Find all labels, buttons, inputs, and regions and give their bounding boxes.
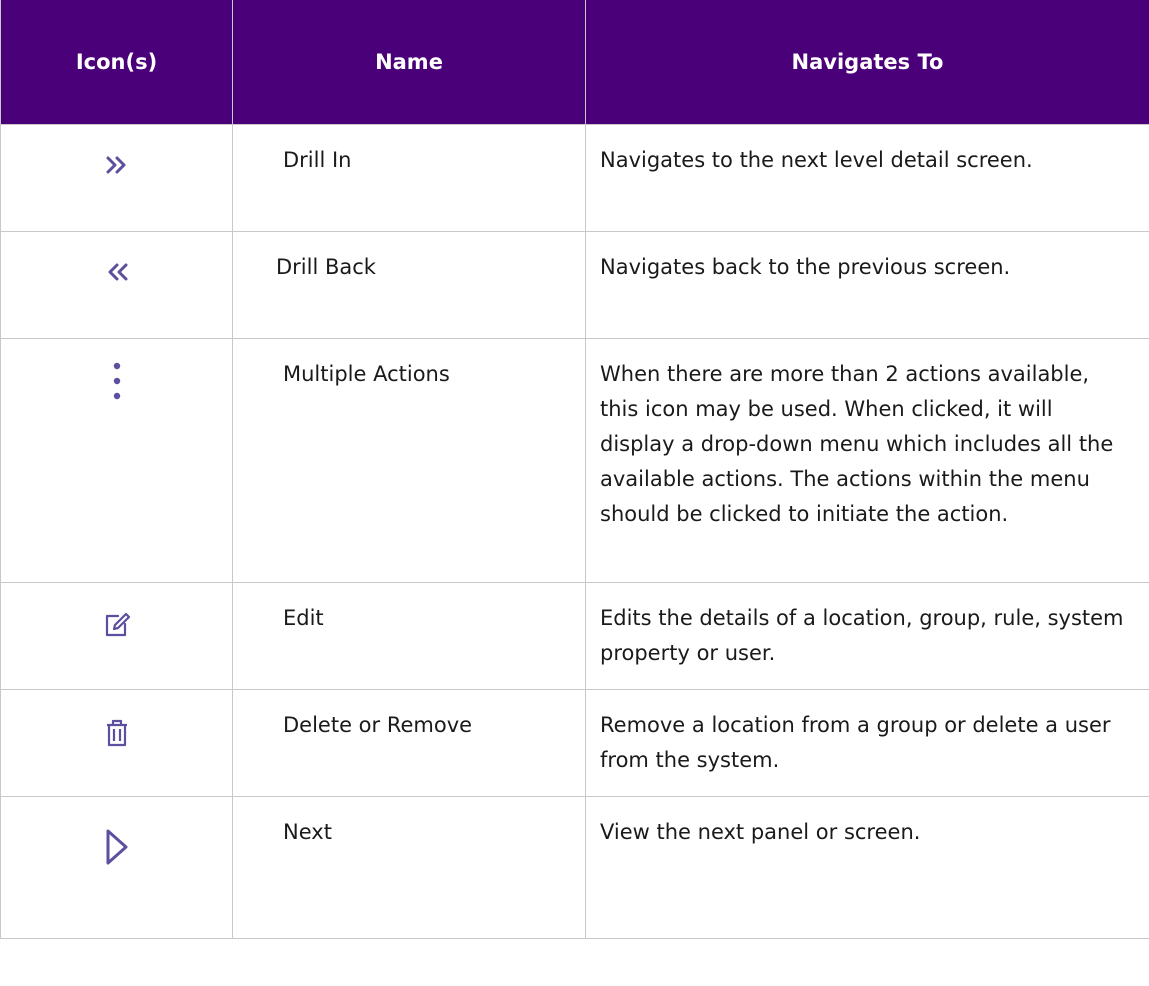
row-name: Multiple Actions — [283, 362, 450, 386]
row-name: Drill Back — [276, 255, 376, 279]
play-outline-icon — [104, 827, 130, 867]
row-description: Remove a location from a group or delete… — [600, 713, 1111, 772]
table-row: Next View the next panel or screen. — [0, 796, 1149, 939]
row-description: When there are more than 2 actions avail… — [600, 362, 1114, 526]
row-description: View the next panel or screen. — [600, 820, 921, 844]
double-chevron-right-icon — [102, 153, 132, 177]
row-name: Drill In — [283, 148, 352, 172]
icons-table: Icon(s) Name Navigates To Drill In Navig… — [0, 0, 1149, 939]
row-name: Edit — [283, 606, 324, 630]
header-name: Name — [232, 0, 586, 125]
table-row: Delete or Remove Remove a location from … — [0, 689, 1149, 797]
table-row: Drill Back Navigates back to the previou… — [0, 231, 1149, 339]
trash-icon — [104, 718, 130, 748]
table-row: Multiple Actions When there are more tha… — [0, 338, 1149, 583]
row-description: Navigates to the next level detail scree… — [600, 148, 1033, 172]
row-name: Delete or Remove — [283, 713, 473, 737]
row-description: Edits the details of a location, group, … — [600, 606, 1124, 665]
double-chevron-left-icon — [102, 260, 132, 284]
header-icons: Icon(s) — [0, 0, 233, 125]
edit-icon — [102, 611, 132, 639]
vertical-ellipsis-icon — [111, 361, 123, 401]
row-name: Next — [283, 820, 332, 844]
header-navigates-to: Navigates To — [585, 0, 1149, 125]
table-row: Drill In Navigates to the next level det… — [0, 124, 1149, 232]
table-row: Edit Edits the details of a location, gr… — [0, 582, 1149, 690]
row-description: Navigates back to the previous screen. — [600, 255, 1011, 279]
header-row: Icon(s) Name Navigates To — [0, 0, 1149, 125]
